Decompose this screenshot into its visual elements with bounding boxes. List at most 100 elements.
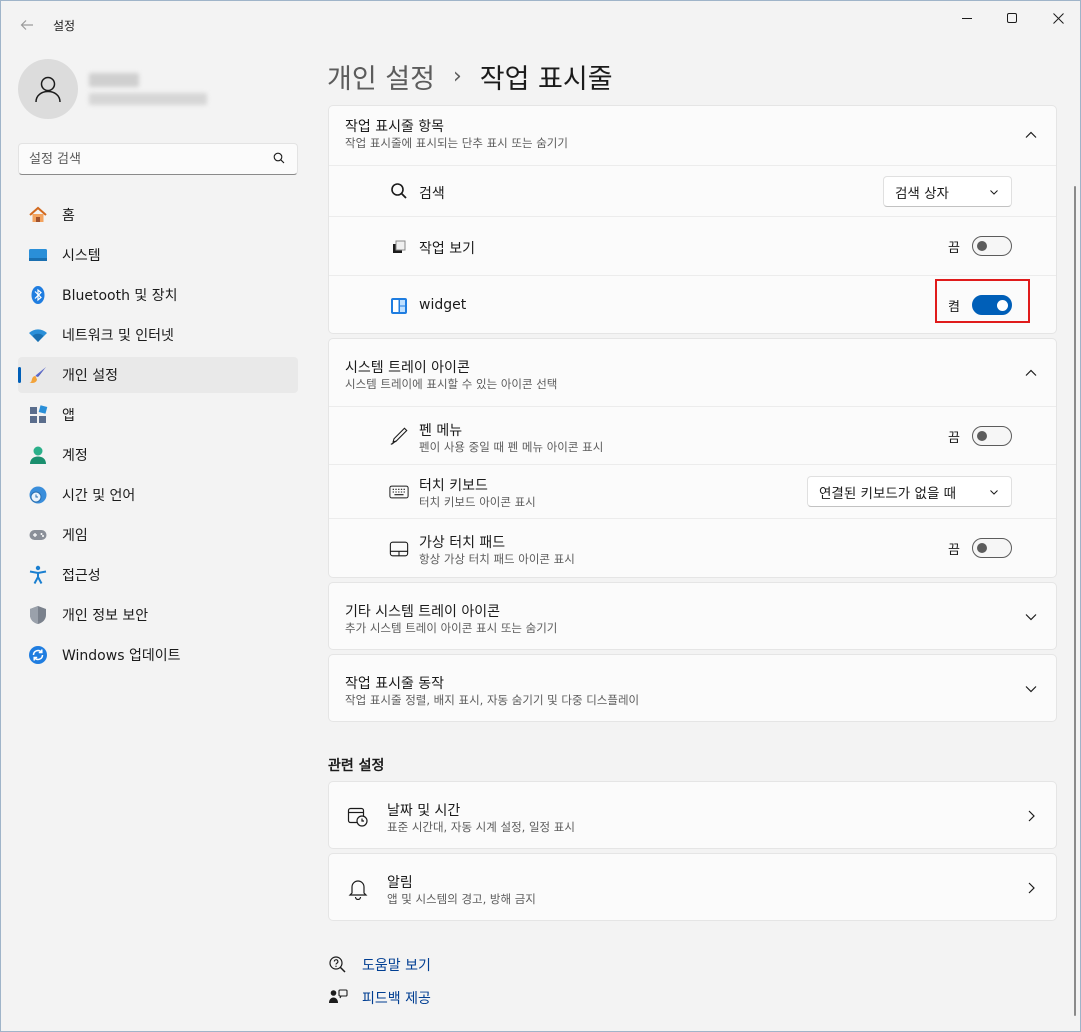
sidebar-item-label: 홈: [62, 208, 75, 224]
touch-keyboard-dropdown[interactable]: 연결된 키보드가 없을 때: [807, 476, 1012, 507]
system-icon: [27, 244, 49, 266]
account-icon: [27, 444, 49, 466]
sidebar-item-accounts[interactable]: 계정: [18, 437, 298, 473]
search-icon[interactable]: [273, 152, 285, 164]
sidebar-item-label: 개인 정보 보안: [62, 608, 149, 624]
brush-icon: [27, 364, 49, 386]
toggle-knob: [977, 543, 987, 553]
toggle-state-label: 끔: [948, 542, 960, 558]
scrollbar[interactable]: [1074, 186, 1076, 1016]
feedback-link[interactable]: 피드백 제공: [362, 988, 431, 1008]
virtual-touchpad-toggle[interactable]: [972, 538, 1012, 558]
setting-label: 작업 보기: [419, 241, 475, 257]
chevron-right-icon: [1028, 810, 1035, 822]
sidebar-item-personalization[interactable]: 개인 설정: [18, 357, 298, 393]
sidebar-item-network[interactable]: 네트워크 및 인터넷: [18, 317, 298, 353]
task-view-toggle[interactable]: [972, 236, 1012, 256]
sidebar-item-windows-update[interactable]: Windows 업데이트: [18, 637, 298, 673]
system-tray-header[interactable]: 시스템 트레이 아이콘 시스템 트레이에 표시할 수 있는 아이콘 선택: [329, 339, 1056, 406]
related-settings-heading: 관련 설정: [328, 758, 385, 774]
sidebar-item-accessibility[interactable]: 접근성: [18, 557, 298, 593]
close-button[interactable]: [1035, 1, 1081, 35]
highlight-box: [935, 279, 1030, 323]
bluetooth-icon: [27, 284, 49, 306]
sidebar-item-bluetooth[interactable]: Bluetooth 및 장치: [18, 277, 298, 313]
taskbar-items-header[interactable]: 작업 표시줄 항목 작업 표시줄에 표시되는 단추 표시 또는 숨기기: [329, 106, 1056, 165]
sidebar-item-label: 시간 및 언어: [62, 488, 136, 504]
related-item-title: 알림: [387, 875, 413, 891]
sidebar-item-home[interactable]: 홈: [18, 197, 298, 233]
gaming-icon: [27, 524, 49, 546]
setting-row-pen-menu: 펜 메뉴 펜이 사용 중일 때 펜 메뉴 아이콘 표시 끔: [329, 406, 1056, 464]
setting-label: 가상 터치 패드: [419, 535, 506, 551]
chevron-up-icon[interactable]: [1024, 366, 1038, 380]
task-view-icon: [389, 237, 409, 257]
chevron-down-icon: [990, 190, 998, 195]
sidebar-item-privacy-security[interactable]: 개인 정보 보안: [18, 597, 298, 633]
widgets-icon: [389, 296, 409, 316]
breadcrumb-separator: ›: [452, 64, 462, 89]
settings-window: 설정 홈 시스템: [0, 0, 1081, 1032]
sidebar-item-system[interactable]: 시스템: [18, 237, 298, 273]
pen-menu-toggle[interactable]: [972, 426, 1012, 446]
setting-description: 터치 키보드 아이콘 표시: [419, 495, 536, 509]
back-button[interactable]: [13, 11, 41, 39]
main-content: 작업 표시줄 항목 작업 표시줄에 표시되는 단추 표시 또는 숨기기 검색 검…: [328, 105, 1057, 722]
dropdown-value: 연결된 키보드가 없을 때: [819, 485, 957, 502]
time-language-icon: [27, 484, 49, 506]
user-icon: [35, 76, 61, 103]
task-view-toggle-wrap: 끔: [948, 236, 1012, 256]
shield-icon: [27, 604, 49, 626]
toggle-state-label: 끔: [948, 240, 960, 256]
feedback-icon: [329, 989, 348, 1003]
sidebar-item-apps[interactable]: 앱: [18, 397, 298, 433]
sidebar-item-label: 접근성: [62, 568, 101, 584]
app-title: 설정: [53, 19, 76, 33]
related-item-title: 날짜 및 시간: [387, 803, 461, 819]
minimize-button[interactable]: [944, 1, 990, 35]
help-link-row[interactable]: 도움말 보기: [328, 955, 431, 975]
avatar[interactable]: [18, 59, 78, 119]
setting-row-search: 검색 검색 상자: [329, 165, 1056, 216]
related-notifications[interactable]: 알림 앱 및 시스템의 경고, 방해 금지: [328, 853, 1057, 921]
section-subtitle: 시스템 트레이에 표시할 수 있는 아이콘 선택: [345, 377, 558, 391]
help-icon: [329, 956, 346, 973]
search-mode-dropdown[interactable]: 검색 상자: [883, 176, 1012, 207]
setting-row-virtual-touchpad: 가상 터치 패드 항상 가상 터치 패드 아이콘 표시 끔: [329, 518, 1056, 577]
related-date-time[interactable]: 날짜 및 시간 표준 시간대, 자동 시계 설정, 일정 표시: [328, 781, 1057, 849]
toggle-knob: [977, 431, 987, 441]
sidebar-item-label: 앱: [62, 408, 75, 424]
other-tray-icons-section[interactable]: 기타 시스템 트레이 아이콘 추가 시스템 트레이 아이콘 표시 또는 숨기기: [328, 582, 1057, 650]
sidebar-item-label: 계정: [62, 448, 88, 464]
chevron-up-icon[interactable]: [1024, 128, 1038, 142]
toggle-knob: [977, 241, 987, 251]
settings-search[interactable]: [18, 143, 298, 175]
setting-label: widget: [419, 297, 467, 313]
sidebar-item-time-language[interactable]: 시간 및 언어: [18, 477, 298, 513]
minimize-icon: [962, 17, 972, 19]
chevron-down-icon[interactable]: [1024, 682, 1038, 696]
section-subtitle: 작업 표시줄 정렬, 배지 표시, 자동 숨기기 및 다중 디스플레이: [345, 693, 640, 707]
taskbar-behaviors-section[interactable]: 작업 표시줄 동작 작업 표시줄 정렬, 배지 표시, 자동 숨기기 및 다중 …: [328, 654, 1057, 722]
sidebar-item-label: Bluetooth 및 장치: [62, 288, 178, 304]
maximize-button[interactable]: [989, 1, 1035, 35]
feedback-link-row[interactable]: 피드백 제공: [328, 988, 431, 1008]
section-subtitle: 추가 시스템 트레이 아이콘 표시 또는 숨기기: [345, 621, 558, 635]
related-item-description: 앱 및 시스템의 경고, 방해 금지: [387, 892, 536, 906]
section-title: 작업 표시줄 동작: [345, 676, 445, 692]
setting-description: 펜이 사용 중일 때 펜 메뉴 아이콘 표시: [419, 440, 604, 454]
section-subtitle: 작업 표시줄에 표시되는 단추 표시 또는 숨기기: [345, 136, 568, 150]
network-icon: [27, 324, 49, 346]
setting-label: 펜 메뉴: [419, 423, 463, 439]
related-item-description: 표준 시간대, 자동 시계 설정, 일정 표시: [387, 820, 575, 834]
sidebar-item-gaming[interactable]: 게임: [18, 517, 298, 553]
sidebar-item-label: 게임: [62, 528, 88, 544]
update-icon: [27, 644, 49, 666]
help-link[interactable]: 도움말 보기: [362, 955, 431, 975]
breadcrumb-parent[interactable]: 개인 설정: [327, 57, 435, 96]
chevron-down-icon[interactable]: [1024, 610, 1038, 624]
virtual-touchpad-toggle-wrap: 끔: [948, 538, 1012, 558]
search-input[interactable]: [29, 150, 269, 168]
sidebar-item-label: 시스템: [62, 248, 101, 264]
pen-icon: [389, 426, 409, 446]
